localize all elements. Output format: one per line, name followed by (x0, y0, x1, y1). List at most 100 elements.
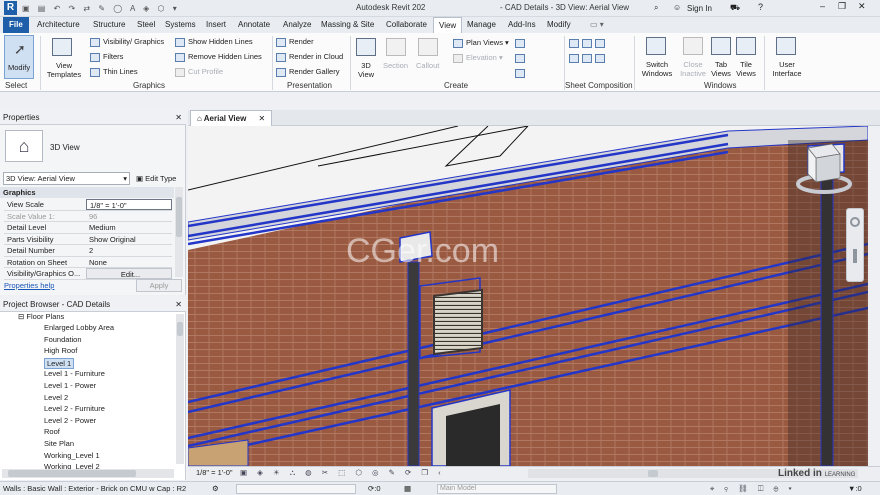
tile-views-button[interactable]: Tile Views (733, 60, 759, 78)
property-value[interactable]: Edit... (86, 268, 172, 279)
view-cube[interactable] (794, 134, 854, 196)
sheet-tools-icon[interactable] (569, 53, 608, 63)
workset-icon[interactable]: ⚙ (212, 482, 219, 495)
scroll-thumb[interactable] (176, 197, 182, 237)
tab-steel[interactable]: Steel (137, 17, 155, 33)
property-row[interactable]: Visibility/Graphics O... Edit... (4, 268, 172, 280)
binoculars-icon[interactable]: ⌕ (654, 3, 658, 13)
tab-aerial-view[interactable]: ⌂ Aerial View ✕ (190, 110, 273, 126)
show-hidden-lines-button[interactable]: Show Hidden Lines (175, 37, 253, 47)
tab-file[interactable]: File (3, 17, 29, 33)
tree-item[interactable]: Level 2 - Power (44, 416, 96, 425)
drafting-view-icon[interactable] (515, 38, 528, 48)
ribbon-options-icon[interactable]: ▭ ▾ (590, 17, 604, 33)
legends-icon[interactable] (515, 68, 528, 78)
view-scale-button[interactable]: 1/8" = 1'-0" (196, 468, 233, 477)
render-button[interactable]: Render (276, 37, 314, 47)
browser-h-scrollbar[interactable] (2, 469, 174, 478)
tree-item[interactable]: High Roof (44, 346, 77, 355)
tree-item[interactable]: Site Plan (44, 439, 74, 448)
quick-access-toolbar[interactable]: ▣ ▤ ↶ ↷ ⇄ ✎ ◯ A ◈ ⬡ ▾ (22, 4, 222, 13)
navigation-bar[interactable] (846, 208, 864, 282)
design-options-field[interactable]: Main Model (437, 484, 557, 494)
properties-help-link[interactable]: Properties help (4, 281, 54, 290)
tree-item[interactable]: Roof (44, 427, 60, 436)
group-header-graphics[interactable]: Graphics (0, 187, 174, 198)
tab-structure[interactable]: Structure (93, 17, 125, 33)
property-value[interactable]: None (86, 257, 172, 268)
sheet-icon[interactable] (569, 38, 608, 48)
apply-button[interactable]: Apply (136, 279, 182, 292)
zoom-icon[interactable] (853, 249, 857, 263)
tree-item[interactable]: Foundation (44, 335, 82, 344)
property-row[interactable]: View Scale 1/8" = 1'-0" (4, 199, 172, 211)
revit-logo[interactable]: R (4, 1, 17, 15)
plan-views-dropdown[interactable]: Plan Views ▾ (453, 38, 509, 48)
instance-selector[interactable]: 3D View: Aerial View ▾ (3, 172, 130, 185)
workset-field[interactable] (236, 484, 356, 494)
section-button[interactable]: Section (383, 61, 408, 70)
callout-button[interactable]: Callout (416, 61, 439, 70)
tab-manage[interactable]: Manage (467, 17, 496, 33)
tree-group-floor-plans[interactable]: ⊟ Floor Plans (18, 312, 64, 321)
tree-item[interactable]: Level 1 - Furniture (44, 369, 105, 378)
filters-button[interactable]: Filters (90, 52, 123, 62)
property-value[interactable]: 1/8" = 1'-0" (86, 199, 172, 210)
render-gallery-button[interactable]: Render Gallery (276, 67, 339, 77)
thin-lines-button[interactable]: Thin Lines (90, 67, 138, 77)
tree-item[interactable]: Level 2 - Furniture (44, 404, 105, 413)
cut-profile-button[interactable]: Cut Profile (175, 67, 223, 77)
help-icon[interactable]: ? (758, 2, 763, 12)
tab-view[interactable]: View (433, 17, 463, 33)
design-option-icon[interactable]: ▦ (404, 482, 411, 495)
sign-in-link[interactable]: Sign In (687, 4, 712, 13)
property-row[interactable]: Scale Value 1: 96 (4, 211, 172, 222)
modify-button[interactable]: ➚ Modify (4, 35, 34, 79)
edit-type-button[interactable]: ▣ Edit Type (136, 172, 176, 185)
tree-item[interactable]: Level 1 - Power (44, 381, 96, 390)
properties-scrollbar[interactable] (175, 187, 183, 277)
tree-item[interactable]: Level 1 (44, 357, 75, 369)
close-icon[interactable]: ✕ (259, 114, 266, 123)
tab-architecture[interactable]: Architecture (37, 17, 80, 33)
remove-hidden-lines-button[interactable]: Remove Hidden Lines (175, 52, 262, 62)
tab-massing-site[interactable]: Massing & Site (321, 17, 374, 33)
tab-modify[interactable]: Modify (547, 17, 571, 33)
restore-button[interactable]: ❐ (838, 1, 846, 12)
switch-windows-button[interactable]: Switch Windows (640, 60, 674, 78)
view-canvas-3d[interactable]: CGer.com (188, 126, 868, 466)
close-icon[interactable]: ✕ (175, 297, 182, 312)
tab-annotate[interactable]: Annotate (238, 17, 270, 33)
selection-toggle-icons[interactable]: ⌖ ⚲ ⛓ ◫ ⊕ ▾ (710, 482, 796, 495)
tree-item[interactable]: Level 2 (44, 393, 68, 402)
view-templates-button[interactable]: View Templates (46, 61, 82, 79)
minimize-button[interactable]: – (820, 1, 825, 11)
property-value[interactable]: Medium (86, 222, 172, 233)
cart-icon[interactable]: ⛟ (730, 3, 740, 13)
property-row[interactable]: Rotation on Sheet None (4, 257, 172, 268)
close-button[interactable]: ✕ (858, 1, 866, 12)
steering-wheel-icon[interactable] (850, 217, 860, 227)
scroll-thumb[interactable] (648, 470, 658, 477)
user-icon[interactable]: ☺ (673, 3, 681, 12)
render-in-cloud-button[interactable]: Render in Cloud (276, 52, 343, 62)
close-inactive-button[interactable]: Close Inactive (678, 60, 708, 78)
property-row[interactable]: Detail Level Medium (4, 222, 172, 234)
user-interface-button[interactable]: User Interface (767, 60, 807, 78)
visibility-graphics-button[interactable]: Visibility/ Graphics (90, 37, 164, 47)
property-row[interactable]: Detail Number 2 (4, 245, 172, 257)
scroll-thumb[interactable] (177, 322, 183, 336)
tab-add-ins[interactable]: Add-Ins (508, 17, 536, 33)
elevation-dropdown[interactable]: Elevation ▾ (453, 53, 503, 63)
tab-views-button[interactable]: Tab Views (708, 60, 734, 78)
scroll-thumb[interactable] (8, 470, 136, 477)
browser-scrollbar[interactable] (176, 314, 184, 464)
property-value[interactable]: 2 (86, 245, 172, 256)
close-icon[interactable]: ✕ (175, 110, 182, 125)
duplicate-view-icon[interactable] (515, 53, 528, 63)
property-row[interactable]: Parts Visibility Show Original (4, 234, 172, 245)
tab-insert[interactable]: Insert (206, 17, 226, 33)
3d-view-button[interactable]: 3D View (355, 61, 377, 79)
property-value[interactable]: Show Original (86, 234, 172, 245)
tab-systems[interactable]: Systems (165, 17, 196, 33)
